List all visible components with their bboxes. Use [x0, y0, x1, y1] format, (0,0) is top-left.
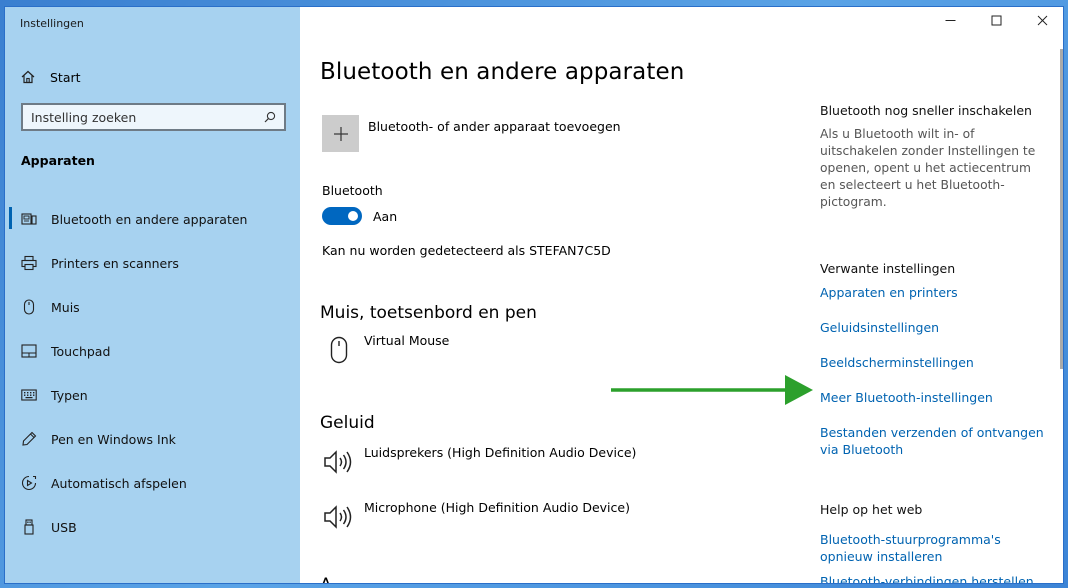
link-send-receive-files[interactable]: Bestanden verzenden of ontvangen via Blu… [820, 424, 1050, 458]
sidebar-nav: Bluetooth en andere apparaten Printers e… [5, 197, 300, 549]
link-reinstall-drivers[interactable]: Bluetooth-stuurprogramma's opnieuw insta… [820, 531, 1050, 565]
touchpad-icon [21, 343, 37, 359]
autoplay-icon [21, 475, 37, 491]
group-title-next: A [320, 575, 332, 583]
link-more-bluetooth-settings[interactable]: Meer Bluetooth-instellingen [820, 389, 1050, 406]
home-button[interactable]: Start [20, 67, 81, 87]
sidebar-item-label: Typen [51, 387, 88, 403]
settings-window: Instellingen Start Apparaten Bluetooth e… [4, 6, 1064, 584]
group-title-audio: Geluid [320, 413, 375, 433]
link-display-settings[interactable]: Beeldscherminstellingen [820, 354, 1050, 371]
device-row-speakers[interactable]: Luidsprekers (High Definition Audio Devi… [322, 445, 636, 479]
device-label: Microphone (High Definition Audio Device… [364, 500, 630, 515]
main-content: Bluetooth en andere apparaten Bluetooth-… [300, 7, 1063, 583]
printer-icon [21, 255, 37, 271]
window-controls [927, 7, 1063, 37]
device-label: Virtual Mouse [364, 333, 450, 348]
search-box[interactable] [21, 103, 286, 131]
sidebar-item-label: Pen en Windows Ink [51, 431, 176, 447]
sidebar-item-label: Muis [51, 299, 80, 315]
minimize-button[interactable] [927, 7, 973, 37]
help-heading: Help op het web [820, 502, 923, 517]
section-label: Apparaten [21, 153, 95, 168]
sidebar-item-label: Printers en scanners [51, 255, 179, 271]
minimize-icon [945, 15, 956, 30]
speaker-icon [322, 445, 356, 479]
sidebar-item-bluetooth[interactable]: Bluetooth en andere apparaten [5, 197, 300, 241]
close-button[interactable] [1019, 7, 1063, 37]
mouse-icon [21, 299, 37, 315]
add-device-button[interactable]: Bluetooth- of ander apparaat toevoegen [322, 115, 621, 152]
link-devices-printers[interactable]: Apparaten en printers [820, 284, 1050, 301]
sidebar-item-pen[interactable]: Pen en Windows Ink [5, 417, 300, 461]
device-row-microphone[interactable]: Microphone (High Definition Audio Device… [322, 500, 630, 534]
page-title: Bluetooth en andere apparaten [320, 59, 685, 85]
quick-text: Als u Bluetooth wilt in- of uitschakelen… [820, 127, 1036, 209]
bluetooth-label: Bluetooth [322, 183, 383, 198]
sidebar: Instellingen Start Apparaten Bluetooth e… [5, 7, 300, 583]
sidebar-item-autoplay[interactable]: Automatisch afspelen [5, 461, 300, 505]
sidebar-item-label: Automatisch afspelen [51, 475, 187, 491]
app-title: Instellingen [20, 17, 84, 30]
bluetooth-toggle-row: Aan [322, 207, 397, 225]
related-heading: Verwante instellingen [820, 261, 956, 276]
search-input[interactable] [31, 109, 264, 125]
bluetooth-state: Aan [373, 208, 398, 224]
mouse-icon [322, 333, 356, 367]
usb-icon [21, 519, 37, 535]
sidebar-item-printers[interactable]: Printers en scanners [5, 241, 300, 285]
plus-icon [322, 115, 359, 152]
sidebar-item-mouse[interactable]: Muis [5, 285, 300, 329]
device-label: Luidsprekers (High Definition Audio Devi… [364, 445, 637, 460]
home-icon [20, 69, 36, 85]
close-icon [1037, 15, 1048, 30]
group-title-input: Muis, toetsenbord en pen [320, 303, 537, 323]
quick-heading: Bluetooth nog sneller inschakelen [820, 103, 1032, 118]
pen-icon [21, 431, 37, 447]
home-label: Start [50, 69, 81, 85]
sidebar-item-usb[interactable]: USB [5, 505, 300, 549]
sidebar-item-typing[interactable]: Typen [5, 373, 300, 417]
right-column: Bluetooth nog sneller inschakelen Als u … [820, 103, 1050, 583]
search-icon[interactable] [264, 108, 276, 127]
discoverable-text: Kan nu worden gedetecteerd als STEFAN7C5… [322, 243, 611, 258]
keyboard-icon [21, 387, 37, 403]
link-fix-connections[interactable]: Bluetooth-verbindingen herstellen [820, 573, 1050, 583]
bluetooth-toggle[interactable] [322, 207, 362, 225]
maximize-icon [991, 15, 1002, 30]
sidebar-item-label: USB [51, 519, 77, 535]
sidebar-item-touchpad[interactable]: Touchpad [5, 329, 300, 373]
bluetooth-devices-icon [21, 211, 37, 227]
scrollbar[interactable] [1060, 49, 1063, 369]
link-sound-settings[interactable]: Geluidsinstellingen [820, 319, 1050, 336]
sidebar-item-label: Bluetooth en andere apparaten [51, 211, 248, 227]
speaker-icon [322, 500, 356, 534]
add-device-label: Bluetooth- of ander apparaat toevoegen [368, 119, 621, 134]
annotation-arrow [611, 375, 813, 405]
device-row-mouse[interactable]: Virtual Mouse [322, 333, 449, 367]
sidebar-item-label: Touchpad [51, 343, 111, 359]
maximize-button[interactable] [973, 7, 1019, 37]
